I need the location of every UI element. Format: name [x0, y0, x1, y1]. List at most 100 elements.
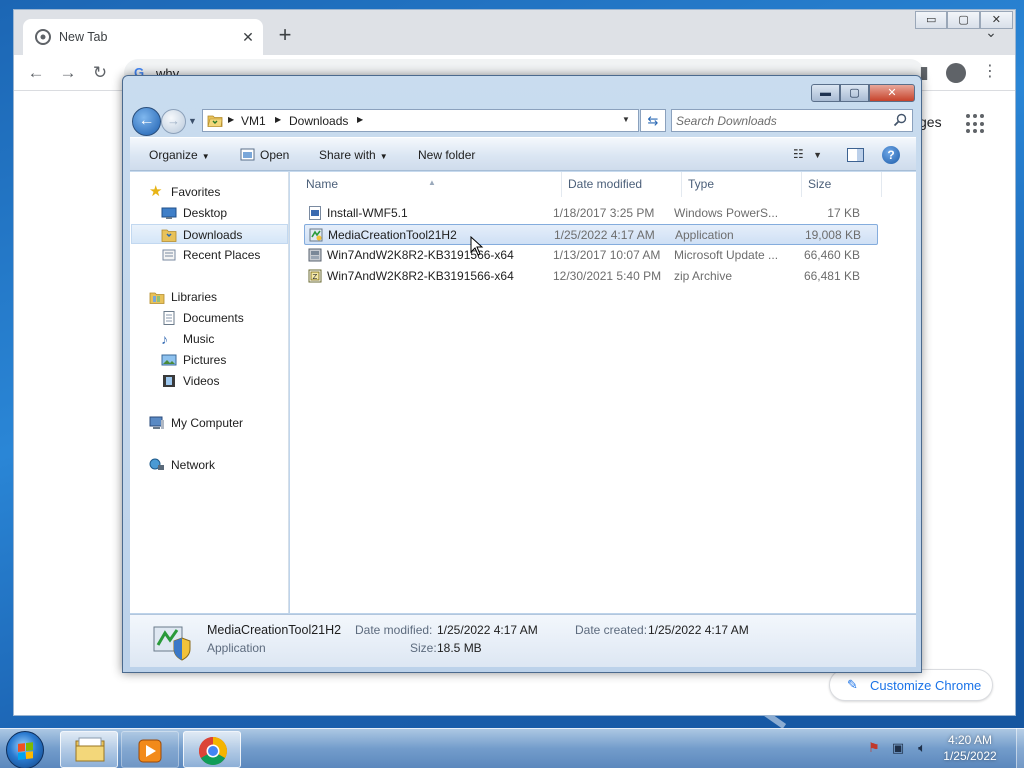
refresh-icon[interactable]: ⇆ [640, 109, 666, 132]
explorer-minimize-button[interactable]: ▬ [811, 84, 840, 102]
file-size: 17 KB [827, 206, 860, 220]
command-bar: Organize ▼ Open Share with ▼ New folder ☷ … [130, 137, 916, 171]
file-row[interactable]: Install-WMF5.1 1/18/2017 3:25 PM Windows… [304, 203, 878, 224]
forward-button[interactable]: → [161, 109, 186, 134]
column-header-type[interactable]: Type [682, 172, 802, 197]
file-type: Windows PowerS... [674, 206, 779, 220]
navigation-pane: ★ Favorites Desktop Downloads Recent Pla… [130, 172, 289, 613]
show-desktop-button[interactable] [1016, 728, 1024, 768]
action-center-flag-icon[interactable]: ⚑ [866, 740, 882, 756]
search-input[interactable] [676, 112, 886, 129]
file-type: zip Archive [674, 269, 733, 283]
search-box[interactable] [671, 109, 913, 132]
breadcrumb-vm1[interactable]: VM1 [241, 114, 266, 128]
reload-icon[interactable]: ↻ [88, 62, 112, 84]
file-date: 1/13/2017 10:07 AM [553, 248, 661, 262]
forward-arrow-icon[interactable]: → [56, 62, 80, 84]
sort-ascending-icon: ▲ [428, 178, 436, 187]
system-clock[interactable]: 4:20 AM 1/25/2022 [925, 732, 1015, 764]
column-header-size[interactable]: Size [802, 172, 882, 197]
nav-pictures[interactable]: Pictures [161, 350, 281, 370]
search-icon[interactable] [893, 113, 907, 127]
nav-pictures-label: Pictures [183, 353, 227, 367]
nav-libraries[interactable]: Libraries [149, 287, 279, 307]
breadcrumb-separator-icon[interactable]: ▶ [275, 115, 281, 124]
computer-icon [149, 416, 164, 429]
back-arrow-icon[interactable]: ← [24, 62, 48, 84]
explorer-caption-buttons: ▬ ▢ ✕ [811, 84, 915, 102]
new-folder-button[interactable]: New folder [418, 148, 475, 162]
file-row-selected[interactable]: MediaCreationTool21H2 1/25/2022 4:17 AM … [304, 224, 878, 245]
taskbar-chrome-button[interactable] [183, 731, 241, 768]
explorer-folder-icon [75, 737, 105, 762]
downloads-folder-icon [161, 229, 177, 242]
profile-avatar-icon[interactable] [946, 63, 966, 83]
file-list: Name ▲ Date modified Type Size Install-W… [290, 172, 916, 613]
column-header-name[interactable]: Name ▲ [300, 172, 562, 197]
svg-text:Z: Z [313, 273, 318, 281]
help-icon[interactable]: ? [882, 146, 900, 164]
new-tab-button[interactable]: + [272, 23, 298, 49]
nav-recent-places[interactable]: Recent Places [161, 245, 286, 265]
chevron-down-icon: ▼ [379, 152, 388, 161]
organize-button[interactable]: Organize ▼ [149, 148, 210, 162]
chrome-minimize-button[interactable]: ▭ [915, 11, 948, 29]
libraries-icon [149, 292, 165, 304]
taskbar-media-player-button[interactable] [121, 731, 179, 768]
breadcrumb-downloads[interactable]: Downloads [289, 114, 348, 128]
nav-network[interactable]: Network [149, 455, 279, 475]
nav-downloads[interactable]: Downloads [131, 224, 288, 244]
nav-music[interactable]: ♪ Music [161, 329, 281, 349]
back-button[interactable]: ← [132, 107, 161, 136]
open-button[interactable]: Open [260, 148, 289, 162]
file-name: Win7AndW2K8R2-KB3191566-x64 [327, 248, 514, 262]
chrome-maximize-button[interactable]: ▢ [947, 11, 980, 29]
column-header-date-modified[interactable]: Date modified [562, 172, 682, 197]
explorer-maximize-button[interactable]: ▢ [840, 84, 869, 102]
nav-desktop-label: Desktop [183, 206, 228, 220]
file-row[interactable]: Z Win7AndW2K8R2-KB3191566-x64 12/30/2021… [304, 266, 878, 287]
google-apps-icon[interactable] [966, 114, 986, 134]
nav-videos[interactable]: Videos [161, 371, 281, 391]
clock-date: 1/25/2022 [943, 749, 997, 763]
breadcrumb-separator-icon[interactable]: ▶ [228, 115, 234, 124]
images-link[interactable]: ges [919, 114, 942, 130]
nav-documents[interactable]: Documents [161, 308, 281, 328]
details-pane: MediaCreationTool21H2 Application Date m… [130, 614, 916, 667]
chrome-window-controls: ▭ ▢ ✕ [915, 11, 1013, 29]
network-tray-icon[interactable]: ▣ [890, 740, 906, 756]
change-view-icon[interactable]: ☷ ▼ [793, 147, 822, 161]
tab-close-icon[interactable]: ✕ [239, 28, 257, 46]
media-player-icon [138, 739, 162, 763]
preview-pane-icon[interactable] [847, 148, 864, 162]
tab-new-tab[interactable]: New Tab ✕ [23, 19, 263, 55]
chrome-close-button[interactable]: ✕ [979, 11, 1013, 29]
nav-favorites[interactable]: ★ Favorites [149, 182, 279, 202]
organize-label: Organize [149, 148, 198, 162]
recent-places-icon [162, 249, 176, 261]
open-icon [240, 148, 255, 161]
column-header-name-label: Name [306, 177, 339, 191]
customize-chrome-button[interactable]: ✎ Customize Chrome [829, 669, 993, 701]
nav-desktop[interactable]: Desktop [161, 203, 281, 223]
file-row[interactable]: Win7AndW2K8R2-KB3191566-x64 1/13/2017 10… [304, 245, 878, 266]
share-with-label: Share with [319, 148, 376, 162]
taskbar-explorer-button[interactable] [60, 731, 118, 768]
share-with-button[interactable]: Share with ▼ [319, 148, 388, 162]
chrome-menu-icon[interactable]: ⋮ [982, 61, 998, 81]
details-file-name: MediaCreationTool21H2 [207, 623, 342, 637]
breadcrumb-separator-icon[interactable]: ▶ [357, 115, 363, 124]
start-button[interactable] [6, 731, 44, 768]
address-dropdown-icon[interactable]: ▼ [622, 115, 630, 124]
explorer-close-button[interactable]: ✕ [869, 84, 915, 102]
update-package-icon [308, 248, 322, 262]
nav-music-label: Music [183, 332, 215, 346]
zip-archive-icon: Z [308, 269, 322, 283]
desktop-icon [161, 207, 177, 219]
file-name: Win7AndW2K8R2-KB3191566-x64 [327, 269, 514, 283]
address-bar[interactable]: ▶ VM1 ▶ Downloads ▶ ▼ [202, 109, 639, 132]
pictures-icon [161, 354, 177, 366]
recent-pages-icon[interactable]: ▼ [188, 116, 197, 126]
file-date: 1/18/2017 3:25 PM [553, 206, 655, 220]
nav-my-computer[interactable]: My Computer [149, 413, 279, 433]
